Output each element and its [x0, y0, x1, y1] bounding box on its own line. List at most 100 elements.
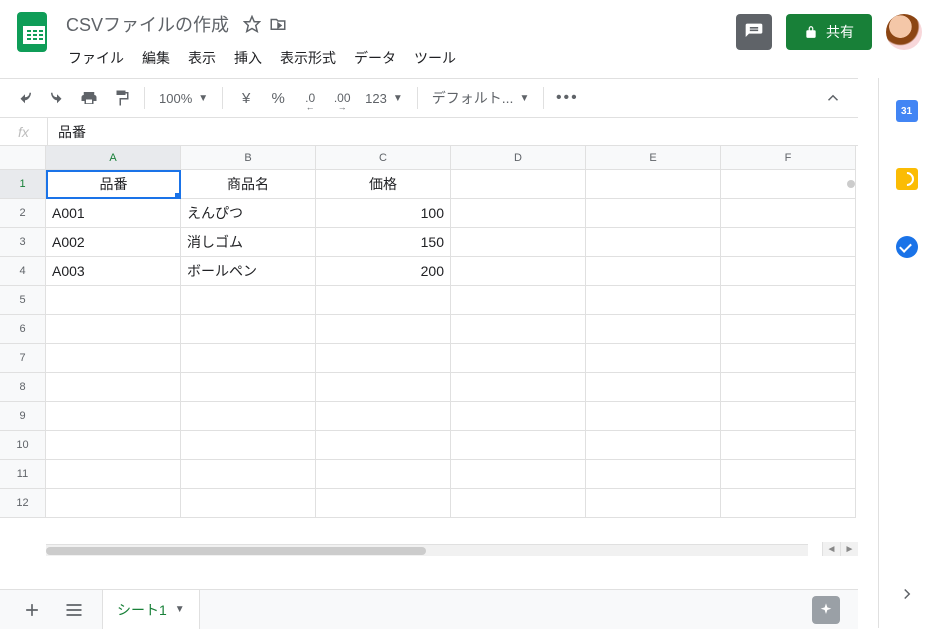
share-button[interactable]: 共有 [786, 14, 872, 50]
cell[interactable] [46, 431, 181, 460]
more-toolbar-button[interactable]: ••• [552, 84, 582, 112]
cell[interactable] [451, 344, 586, 373]
menu-5[interactable]: データ [346, 44, 404, 72]
paint-format-button[interactable] [106, 84, 136, 112]
cell[interactable] [451, 489, 586, 518]
cell[interactable]: 100 [316, 199, 451, 228]
vertical-scrollbar[interactable] [844, 180, 858, 380]
cell[interactable]: A001 [46, 199, 181, 228]
column-header[interactable]: C [316, 146, 451, 170]
cell[interactable] [181, 344, 316, 373]
cell[interactable] [586, 199, 721, 228]
cell[interactable] [316, 286, 451, 315]
comments-button[interactable] [736, 14, 772, 50]
cell[interactable] [586, 170, 721, 199]
cell[interactable] [46, 489, 181, 518]
cell[interactable] [451, 228, 586, 257]
cell[interactable] [316, 344, 451, 373]
formula-input[interactable]: 品番 [48, 122, 858, 142]
cell[interactable]: 消しゴム [181, 228, 316, 257]
cell[interactable] [586, 489, 721, 518]
currency-button[interactable]: ¥ [231, 84, 261, 112]
row-header[interactable]: 3 [0, 228, 46, 257]
column-header[interactable]: A [46, 146, 181, 170]
account-avatar[interactable] [886, 14, 922, 50]
cell[interactable] [721, 460, 856, 489]
row-header[interactable]: 6 [0, 315, 46, 344]
cell[interactable] [451, 402, 586, 431]
cell[interactable] [451, 460, 586, 489]
row-header[interactable]: 9 [0, 402, 46, 431]
cell[interactable]: 150 [316, 228, 451, 257]
menu-3[interactable]: 挿入 [226, 44, 270, 72]
keep-icon[interactable] [896, 168, 918, 190]
document-title[interactable]: CSVファイルの作成 [60, 9, 235, 39]
menu-2[interactable]: 表示 [180, 44, 224, 72]
cell[interactable] [181, 373, 316, 402]
row-header[interactable]: 5 [0, 286, 46, 315]
cell[interactable] [721, 199, 856, 228]
row-header[interactable]: 10 [0, 431, 46, 460]
cell[interactable] [181, 286, 316, 315]
menu-4[interactable]: 表示形式 [272, 44, 344, 72]
number-format-select[interactable]: 123▼ [359, 91, 409, 106]
cell[interactable] [586, 257, 721, 286]
add-sheet-button[interactable] [18, 596, 46, 624]
cell[interactable]: 品番 [46, 170, 181, 199]
cell[interactable] [721, 489, 856, 518]
menu-0[interactable]: ファイル [60, 44, 132, 72]
cell[interactable] [451, 199, 586, 228]
cell[interactable] [721, 431, 856, 460]
cell[interactable] [721, 228, 856, 257]
cell[interactable]: A003 [46, 257, 181, 286]
cell[interactable]: えんぴつ [181, 199, 316, 228]
cell[interactable] [316, 431, 451, 460]
cell[interactable] [586, 315, 721, 344]
cell[interactable] [586, 344, 721, 373]
redo-button[interactable] [42, 84, 72, 112]
percent-button[interactable]: % [263, 84, 293, 112]
column-header[interactable]: E [586, 146, 721, 170]
scroll-left-button[interactable]: ◄ [822, 542, 840, 556]
cell[interactable] [181, 402, 316, 431]
cell[interactable] [451, 373, 586, 402]
cell[interactable] [316, 315, 451, 344]
cell[interactable] [721, 257, 856, 286]
cell[interactable] [721, 286, 856, 315]
cell[interactable] [451, 286, 586, 315]
cell[interactable] [46, 315, 181, 344]
sheets-logo[interactable] [12, 12, 52, 52]
column-header[interactable]: F [721, 146, 856, 170]
print-button[interactable] [74, 84, 104, 112]
column-header[interactable]: D [451, 146, 586, 170]
row-header[interactable]: 11 [0, 460, 46, 489]
collapse-toolbar-button[interactable] [818, 84, 848, 112]
cell[interactable] [586, 431, 721, 460]
cell[interactable] [46, 460, 181, 489]
row-header[interactable]: 2 [0, 199, 46, 228]
cell[interactable] [451, 315, 586, 344]
cell[interactable] [586, 228, 721, 257]
cell[interactable] [181, 315, 316, 344]
cell[interactable] [316, 489, 451, 518]
cell[interactable]: 商品名 [181, 170, 316, 199]
cell[interactable]: 価格 [316, 170, 451, 199]
menu-1[interactable]: 編集 [134, 44, 178, 72]
cell[interactable] [721, 402, 856, 431]
cell[interactable]: ボールペン [181, 257, 316, 286]
cell[interactable] [586, 460, 721, 489]
cell[interactable] [316, 402, 451, 431]
horizontal-scrollbar[interactable] [46, 544, 808, 556]
cell[interactable] [46, 402, 181, 431]
cell[interactable] [586, 402, 721, 431]
cell[interactable] [181, 431, 316, 460]
cell[interactable] [46, 344, 181, 373]
cell[interactable] [721, 373, 856, 402]
cell[interactable]: A002 [46, 228, 181, 257]
cell[interactable] [181, 489, 316, 518]
sheet-tab[interactable]: シート1 ▼ [102, 589, 200, 629]
cell[interactable] [721, 315, 856, 344]
cell[interactable] [721, 344, 856, 373]
row-header[interactable]: 7 [0, 344, 46, 373]
undo-button[interactable] [10, 84, 40, 112]
